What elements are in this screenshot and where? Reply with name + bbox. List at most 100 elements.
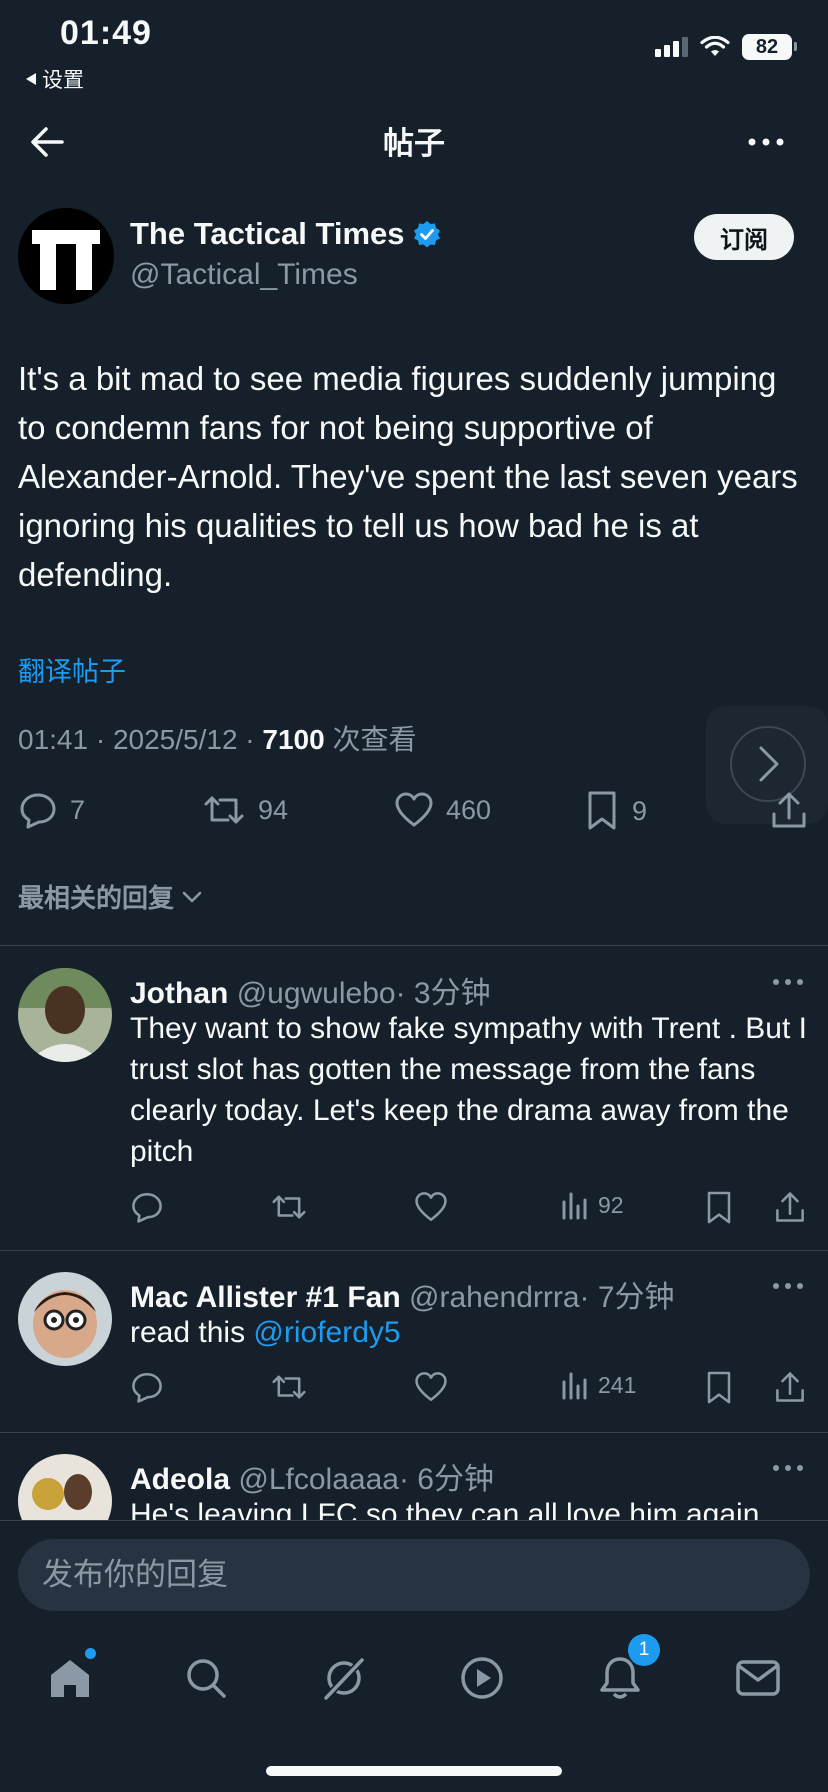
reply-actions: 241 (130, 1370, 820, 1410)
reply-bookmark-action[interactable] (704, 1370, 734, 1406)
retweet-icon (272, 1195, 306, 1219)
reply-input[interactable] (18, 1539, 810, 1611)
bottom-tab-bar: 1 (0, 1620, 828, 1792)
heart-icon (395, 792, 433, 827)
tweet-actions: 7 94 460 9 (18, 790, 818, 840)
notifications-badge: 1 (628, 1634, 660, 1666)
reply-author-handle[interactable]: @Lfcolaaaa (238, 1463, 399, 1496)
reply-time: · 7分钟 (579, 1281, 675, 1314)
reply-like-action[interactable] (414, 1190, 448, 1224)
bookmark-count: 9 (632, 795, 648, 826)
tweet-author: The Tactical Times @Tactical_Times 订阅 (18, 208, 810, 308)
nav-bar: 帖子 (0, 100, 828, 180)
reply-author-name[interactable]: Adeola (130, 1463, 230, 1496)
tab-home[interactable] (40, 1648, 100, 1708)
reply-author-name[interactable]: Mac Allister #1 Fan (130, 1281, 401, 1314)
tab-grok[interactable] (314, 1648, 374, 1708)
reply-item[interactable]: Mac Allister #1 Fan @rahendrrra· 7分钟 rea… (0, 1272, 828, 1432)
author-avatar[interactable] (18, 208, 114, 304)
tab-messages[interactable] (728, 1648, 788, 1708)
reply-like-action[interactable] (414, 1370, 448, 1404)
status-icons: 82 (655, 34, 797, 60)
translate-post-link[interactable]: 翻译帖子 (18, 650, 126, 689)
avatar-photo (18, 968, 112, 1062)
heart-icon (415, 1192, 447, 1222)
author-name-row[interactable]: The Tactical Times (130, 216, 441, 252)
mail-icon (736, 1660, 780, 1696)
reply-header: Adeola @Lfcolaaaa· 6分钟 (130, 1454, 494, 1498)
reply-actions: 92 (130, 1190, 820, 1230)
back-app-label: 设置 (42, 69, 84, 92)
bookmark-icon (588, 791, 616, 830)
reply-sort-dropdown[interactable]: 最相关的回复 (18, 878, 204, 915)
reply-item[interactable]: Adeola @Lfcolaaaa· 6分钟 He's leaving LFC … (0, 1454, 828, 1520)
reply-icon (132, 1192, 162, 1223)
divider (0, 1250, 828, 1251)
reply-header: Jothan @ugwulebo· 3分钟 (130, 968, 491, 1012)
tab-video[interactable] (452, 1648, 512, 1708)
reply-avatar[interactable] (18, 1272, 112, 1366)
reply-header: Mac Allister #1 Fan @rahendrrra· 7分钟 (130, 1272, 675, 1316)
bookmark-icon (707, 1191, 731, 1224)
reply-author-handle[interactable]: @rahendrrra (409, 1281, 580, 1314)
reply-icon (20, 793, 56, 829)
author-handle[interactable]: @Tactical_Times (130, 258, 358, 292)
more-options-icon[interactable] (770, 1462, 806, 1474)
reply-text: He's leaving LFC so they can all love hi… (130, 1498, 760, 1520)
tab-search[interactable] (176, 1648, 236, 1708)
tweet-view-count: 7100 (262, 724, 325, 755)
divider (0, 945, 828, 946)
back-triangle-icon (26, 73, 36, 85)
reply-reply-action[interactable] (130, 1190, 164, 1224)
author-logo (18, 208, 114, 304)
wifi-icon (700, 36, 730, 56)
battery-icon: 82 (742, 34, 797, 60)
more-options-icon[interactable] (770, 976, 806, 988)
reply-views-action[interactable]: 92 (560, 1190, 624, 1220)
reply-share-action[interactable] (774, 1190, 806, 1224)
reply-retweet-action[interactable] (270, 1370, 308, 1404)
retweet-action[interactable]: 94 (202, 790, 288, 830)
home-indicator (266, 1766, 562, 1776)
retweet-icon (204, 796, 244, 824)
share-action[interactable] (770, 790, 808, 830)
home-unread-dot (85, 1648, 96, 1659)
reply-time: · 6分钟 (398, 1463, 494, 1496)
reply-avatar[interactable] (18, 968, 112, 1062)
reply-item[interactable]: Jothan @ugwulebo· 3分钟 They want to show … (0, 968, 828, 1250)
reply-views-action[interactable]: 241 (560, 1370, 636, 1400)
reply-author-handle[interactable]: @ugwulebo (237, 977, 396, 1010)
reply-retweet-action[interactable] (270, 1190, 308, 1224)
reply-composer (0, 1520, 828, 1620)
tweet-text: It's a bit mad to see media figures sudd… (18, 360, 798, 593)
like-action[interactable]: 460 (394, 790, 491, 830)
reply-share-action[interactable] (774, 1370, 806, 1404)
heart-icon (415, 1372, 447, 1402)
reply-text: read this @rioferdy5 (130, 1312, 820, 1353)
tweet-view-suffix: 次查看 (324, 724, 417, 755)
share-icon (772, 792, 806, 828)
tab-notifications[interactable]: 1 (590, 1634, 660, 1708)
reply-text: They want to show fake sympathy with Tre… (130, 1012, 807, 1168)
more-options-icon[interactable] (744, 120, 788, 164)
subscribe-button[interactable]: 订阅 (694, 214, 794, 260)
mention-link[interactable]: @rioferdy5 (253, 1316, 400, 1349)
chevron-down-icon (182, 891, 202, 902)
reply-avatar[interactable] (18, 1454, 112, 1520)
reply-view-count: 92 (598, 1191, 624, 1218)
reply-reply-action[interactable] (130, 1370, 164, 1404)
more-options-icon[interactable] (770, 1280, 806, 1292)
grok-icon (323, 1657, 365, 1701)
tweet-timestamp: 01:41 · 2025/5/12 · (18, 724, 263, 755)
status-bar: 01:49 设置 82 (0, 0, 828, 92)
bookmark-icon (707, 1371, 731, 1404)
reply-author-name[interactable]: Jothan (130, 977, 228, 1010)
tweet-meta: 01:41 · 2025/5/12 · 7100 次查看 (18, 718, 416, 758)
avatar-photo (18, 1454, 112, 1520)
retweet-count: 94 (258, 794, 289, 825)
reply-bookmark-action[interactable] (704, 1190, 734, 1226)
reply-action[interactable]: 7 (18, 790, 85, 830)
back-to-settings-link[interactable]: 设置 (26, 64, 84, 94)
bookmark-action[interactable]: 9 (584, 790, 647, 832)
page-title: 帖子 (383, 126, 445, 161)
